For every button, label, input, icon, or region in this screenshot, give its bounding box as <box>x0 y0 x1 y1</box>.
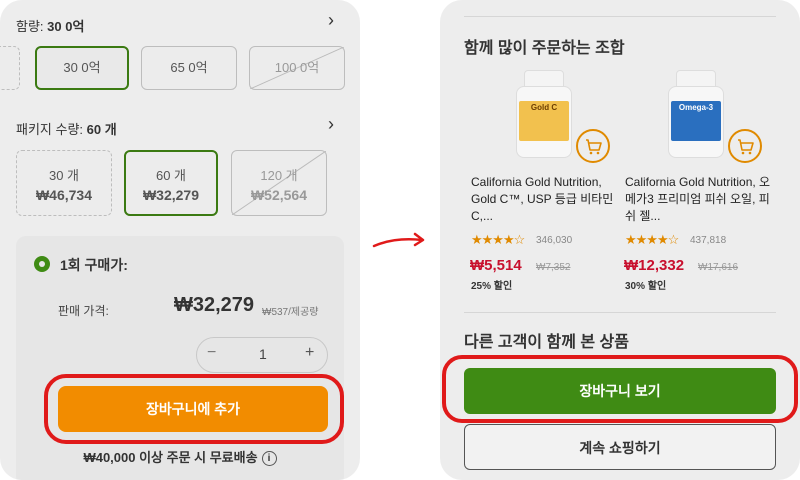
free-shipping-note: ₩40,000 이상 주문 시 무료배송 i <box>0 447 360 467</box>
package-title: 패키지 수량: <box>16 122 84 137</box>
content-option-2-label: 65 0억 <box>170 60 208 75</box>
product-label: Gold C <box>519 101 569 141</box>
free-shipping-text: ₩40,000 이상 주문 시 무료배송 <box>83 450 258 465</box>
highlight-box <box>44 374 344 444</box>
plus-icon[interactable]: + <box>305 344 314 362</box>
rating-count: 437,818 <box>690 235 727 246</box>
content-option-3[interactable]: 100 0억 <box>249 46 345 90</box>
package-option-price: ₩32,279 <box>142 187 200 203</box>
arrow-icon <box>372 232 425 248</box>
package-value: 60 개 <box>86 122 117 137</box>
package-option-price: ₩46,734 <box>35 187 93 203</box>
content-option-1-label: 30 0억 <box>63 60 101 75</box>
package-option-60[interactable]: 60 개 ₩32,279 <box>124 150 218 216</box>
package-option-30[interactable]: 30 개 ₩46,734 <box>16 150 112 216</box>
content-title: 함량: <box>16 19 44 34</box>
highlight-box <box>442 355 798 423</box>
product-name[interactable]: California Gold Nutrition, 오메가3 프리미엄 피쉬 … <box>625 174 771 225</box>
package-option-120[interactable]: 120 개 ₩52,564 <box>231 150 327 216</box>
content-value: 30 0억 <box>47 19 85 34</box>
product-label: Omega-3 <box>671 101 721 141</box>
content-option-3-label: 100 0억 <box>274 60 320 75</box>
minus-icon[interactable]: − <box>207 344 216 362</box>
package-option-label: 120 개 <box>260 168 298 183</box>
discount: 25% 할인 <box>471 281 513 292</box>
original-price: ₩7,352 <box>536 262 571 273</box>
package-row-title: 패키지 수량: 60 개 <box>16 119 117 138</box>
purchase-type-label: 1회 구매가: <box>60 257 128 273</box>
add-to-cart-icon[interactable] <box>728 129 762 163</box>
package-option-label: 30 개 <box>48 168 80 183</box>
also-viewed-title: 다른 고객이 함께 본 상품 <box>464 334 629 351</box>
product-image[interactable]: Gold C <box>516 70 572 158</box>
content-option-1[interactable]: 30 0억 <box>35 46 129 90</box>
content-option-partial[interactable] <box>0 46 20 90</box>
one-time-radio[interactable] <box>34 256 50 272</box>
package-option-label: 60 개 <box>155 168 187 183</box>
price-value: ₩32,279 <box>174 294 255 316</box>
product-name[interactable]: California Gold Nutrition, Gold C™, USP … <box>471 174 617 225</box>
divider <box>464 16 776 17</box>
content-option-2[interactable]: 65 0억 <box>141 46 237 90</box>
content-row-title: 함량: 30 0억 <box>16 16 84 35</box>
left-screen: 함량: 30 0억 › 30 0억 65 0억 100 0억 패키지 수량: 6… <box>0 0 360 480</box>
quantity-stepper[interactable]: − 1 + <box>196 337 328 373</box>
unit-price: ₩537/제공량 <box>262 307 319 318</box>
chevron-right-icon[interactable]: › <box>328 10 334 31</box>
continue-shopping-button[interactable]: 계속 쇼핑하기 <box>464 424 776 470</box>
divider <box>464 312 776 313</box>
info-icon[interactable]: i <box>261 451 277 467</box>
rating-count: 346,030 <box>536 235 573 246</box>
original-price: ₩17,616 <box>698 262 739 273</box>
package-option-price: ₩52,564 <box>250 187 308 203</box>
sale-price: ₩5,514 <box>470 257 522 274</box>
chevron-right-icon[interactable]: › <box>328 114 334 135</box>
quantity-value: 1 <box>259 346 267 362</box>
sale-price: ₩12,332 <box>624 257 685 274</box>
discount: 30% 할인 <box>625 281 667 292</box>
rating-stars: ★★★★☆ <box>471 232 525 247</box>
combo-section-title: 함께 많이 주문하는 조합 <box>464 40 625 57</box>
rating-stars: ★★★★☆ <box>625 232 679 247</box>
product-image[interactable]: Omega-3 <box>668 70 724 158</box>
price-label: 판매 가격: <box>58 304 109 318</box>
add-to-cart-icon[interactable] <box>576 129 610 163</box>
